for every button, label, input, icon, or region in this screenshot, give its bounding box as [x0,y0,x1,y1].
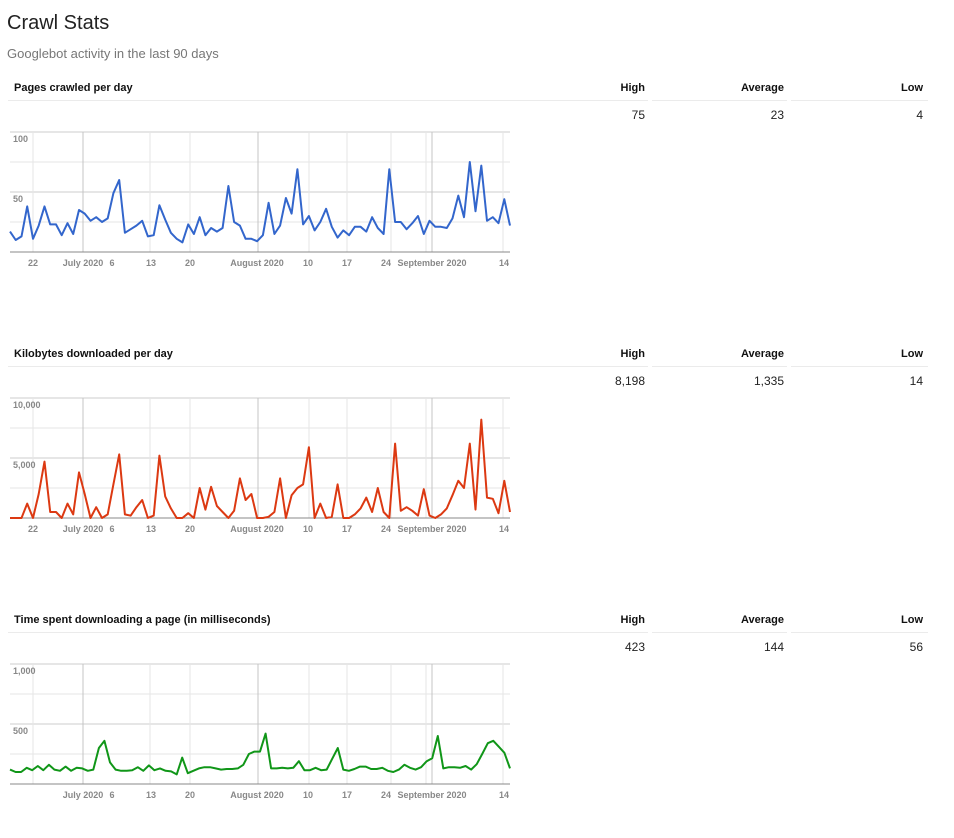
x-tick-label: September 2020 [397,524,466,534]
x-tick-label: 24 [381,258,391,268]
header-divider [8,632,648,633]
header-divider [8,366,648,367]
x-tick-label: September 2020 [397,790,466,800]
section-title: Time spent downloading a page (in millis… [14,614,271,626]
section-header: Kilobytes downloaded per day High Averag… [8,346,928,367]
low-value: 56 [909,640,923,654]
x-tick-label: 13 [146,790,156,800]
section-title: Kilobytes downloaded per day [14,348,173,360]
x-tick-label: 17 [342,524,352,534]
average-header: Average [740,348,784,360]
x-tick-label: August 2020 [230,524,284,534]
high-header: High [620,348,645,360]
average-header: Average [740,614,784,626]
header-divider [791,632,928,633]
average-value: 1,335 [753,374,784,388]
high-value: 423 [624,640,645,654]
x-tick-label: July 2020 [63,258,104,268]
x-tick-label: 10 [303,524,313,534]
x-tick-label: 24 [381,790,391,800]
header-divider [8,100,648,101]
x-tick-label: August 2020 [230,790,284,800]
header-divider [791,366,928,367]
x-tick-label: 14 [499,258,509,268]
x-tick-label: August 2020 [230,258,284,268]
series-line [10,418,511,519]
low-header: Low [901,82,923,94]
header-divider [652,100,787,101]
x-tick-label: 10 [303,790,313,800]
kilobytes-downloaded-chart: 10,000 5,000 22 July 2020 6 13 20 August 2020 10… [10,397,511,534]
x-tick-label: July 2020 [63,790,104,800]
x-tick-label: 6 [109,524,114,534]
high-header: High [620,82,645,94]
high-header: High [620,614,645,626]
page-subtitle: Googlebot activity in the last 90 days [7,46,219,61]
y-tick-label: 1,000 [13,666,36,676]
x-tick-label: 10 [303,258,313,268]
x-tick-label: 22 [28,524,38,534]
x-tick-label: 6 [109,258,114,268]
section-header: Time spent downloading a page (in millis… [8,612,928,633]
y-tick-label: 50 [13,194,23,204]
pages-crawled-chart: 100 50 22 July 2020 6 13 20 August 2020 10 17 24 Se… [9,131,511,268]
section-header: Pages crawled per day High Average Low [8,80,928,101]
low-header: Low [901,614,923,626]
x-tick-label: 13 [146,258,156,268]
high-value: 8,198 [614,374,645,388]
x-tick-label: 20 [185,524,195,534]
low-header: Low [901,348,923,360]
high-value: 75 [631,108,645,122]
x-tick-label: 17 [342,790,352,800]
y-tick-label: 500 [13,726,28,736]
section-title: Pages crawled per day [14,82,133,94]
average-header: Average [740,82,784,94]
x-tick-label: 14 [499,790,509,800]
low-value: 14 [909,374,923,388]
page-title: Crawl Stats [7,12,110,34]
x-tick-label: 20 [185,790,195,800]
x-tick-label: 24 [381,524,391,534]
x-tick-label: September 2020 [397,258,466,268]
x-tick-label: 14 [499,524,509,534]
x-tick-label: July 2020 [63,524,104,534]
x-tick-label: 13 [146,524,156,534]
header-divider [791,100,928,101]
series-line [9,161,511,244]
average-value: 144 [763,640,784,654]
y-tick-label: 100 [13,134,28,144]
x-tick-label: 22 [28,258,38,268]
time-spent-chart: 1,000 500 July 2020 6 13 20 August 2020 10 17 24 S… [9,663,511,800]
x-tick-label: 20 [185,258,195,268]
header-divider [652,632,787,633]
y-tick-label: 5,000 [13,460,36,470]
x-tick-label: 17 [342,258,352,268]
y-tick-label: 10,000 [13,400,41,410]
average-value: 23 [770,108,784,122]
x-tick-label: 6 [109,790,114,800]
header-divider [652,366,787,367]
low-value: 4 [916,108,923,122]
